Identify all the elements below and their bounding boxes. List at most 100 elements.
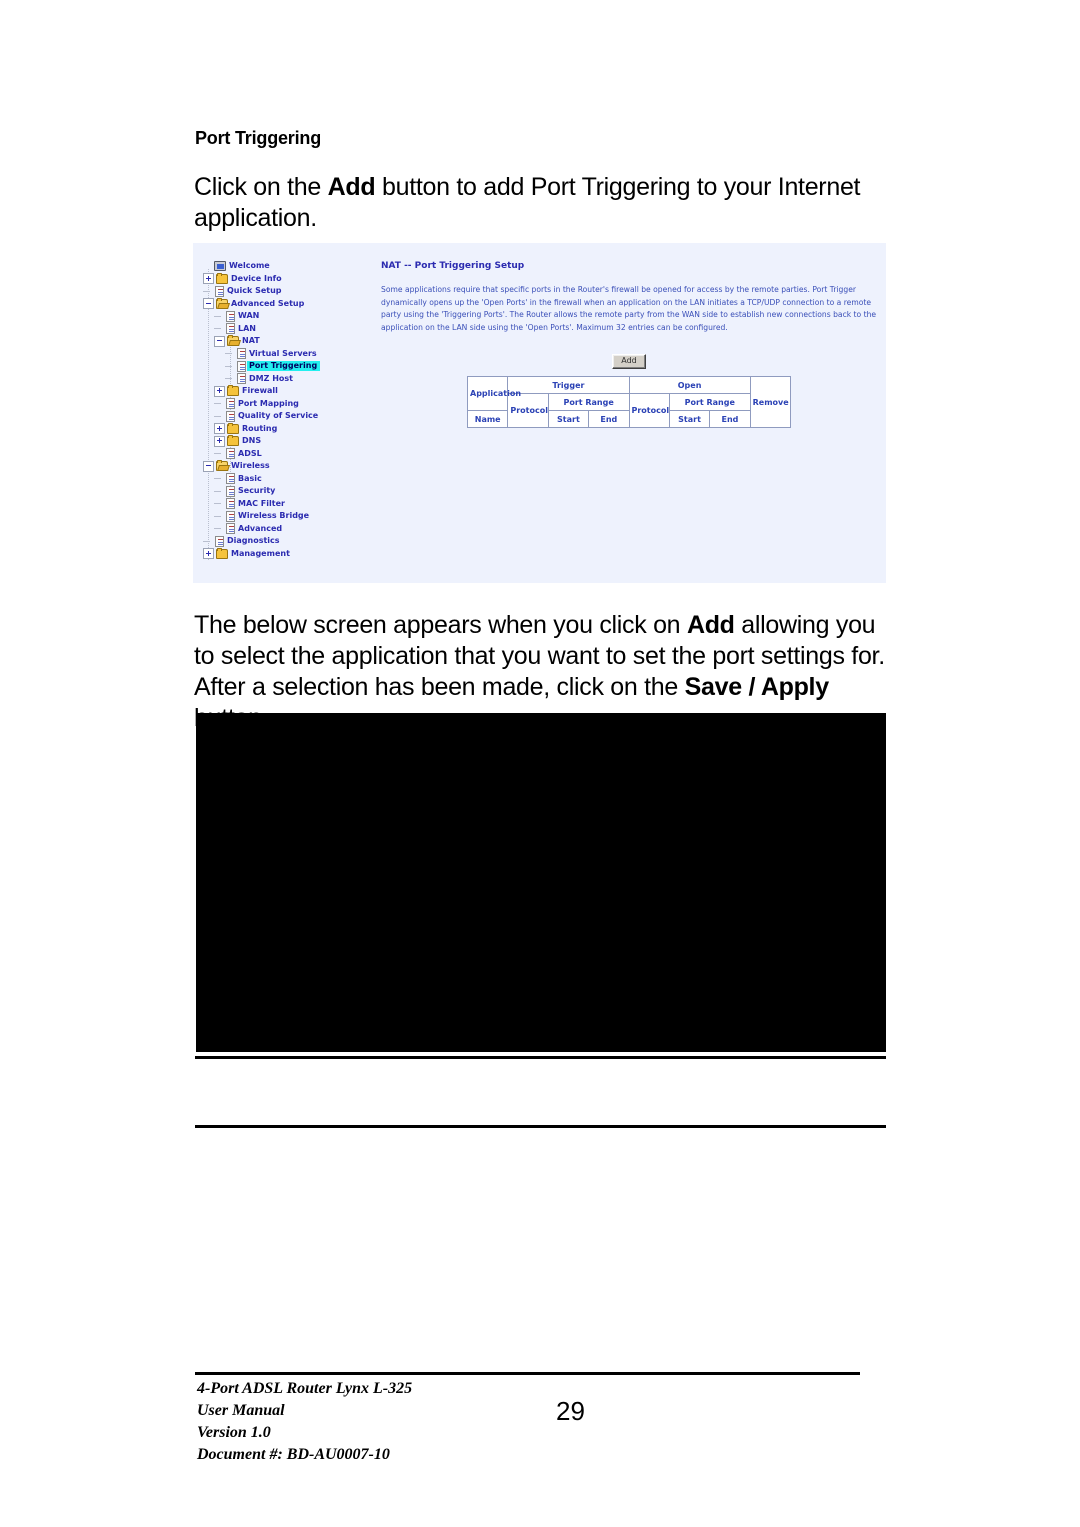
- sidebar-item-quality-of-service[interactable]: Quality of Service: [203, 410, 375, 423]
- sidebar-item-label: Security: [238, 486, 276, 496]
- header-trigger-protocol: Protocol: [507, 393, 549, 429]
- sidebar-item-wireless[interactable]: Wireless: [203, 460, 375, 473]
- folder-icon: [227, 435, 239, 447]
- header-open-end: End: [709, 410, 751, 429]
- sidebar-item-dns[interactable]: DNS: [203, 435, 375, 448]
- save-apply-keyword: Save / Apply: [684, 673, 829, 701]
- folder-open-icon: [216, 297, 228, 309]
- tree-connector-icon: [214, 412, 223, 421]
- sidebar-item-label: Quick Setup: [227, 286, 282, 296]
- expand-icon[interactable]: [214, 385, 225, 397]
- sidebar-item-label: ADSL: [238, 448, 262, 458]
- intro-paragraph: Click on the Add button to add Port Trig…: [194, 172, 894, 234]
- tree-connector-icon: [214, 312, 223, 321]
- sidebar-item-mac-filter[interactable]: MAC Filter: [203, 498, 375, 511]
- sidebar-item-dmz-host[interactable]: DMZ Host: [203, 373, 375, 386]
- sidebar-item-welcome[interactable]: Welcome: [203, 260, 375, 273]
- sidebar-item-basic[interactable]: Basic: [203, 473, 375, 486]
- tree-connector-icon: [214, 512, 223, 521]
- sidebar-item-adsl[interactable]: ADSL: [203, 448, 375, 461]
- page-icon: [215, 535, 224, 547]
- tree-connector-icon: [214, 324, 223, 333]
- expand-icon[interactable]: [203, 548, 214, 560]
- sidebar-item-label: Welcome: [229, 261, 270, 271]
- folder-icon: [227, 422, 239, 434]
- sidebar-item-management[interactable]: Management: [203, 547, 375, 561]
- monitor-icon: [214, 261, 226, 272]
- sidebar-item-port-triggering[interactable]: Port Triggering: [203, 360, 375, 373]
- page-icon: [237, 348, 246, 360]
- folder-icon: [216, 547, 228, 559]
- page-icon: [215, 285, 224, 297]
- tree-connector-icon: [214, 449, 223, 458]
- sidebar-item-lan[interactable]: LAN: [203, 323, 375, 336]
- tree-connector-icon: [214, 499, 223, 508]
- page-icon: [226, 485, 235, 497]
- sidebar-item-security[interactable]: Security: [203, 485, 375, 498]
- page-icon: [226, 410, 235, 422]
- header-application-name: Name: [466, 410, 509, 429]
- footer-document-number: Document #: BD-AU0007-10: [197, 1446, 390, 1463]
- sidebar-item-nat[interactable]: NAT: [203, 335, 375, 348]
- tree-connector-icon: [225, 374, 234, 383]
- expand-icon[interactable]: [203, 273, 214, 285]
- sidebar-item-label: Virtual Servers: [249, 348, 317, 358]
- expand-icon[interactable]: [214, 435, 225, 447]
- tree-connector-icon: [225, 362, 234, 371]
- sidebar-item-port-mapping[interactable]: Port Mapping: [203, 398, 375, 411]
- add-keyword: Add: [327, 173, 376, 201]
- table-header-row-1: Application Trigger Open Remove: [466, 376, 792, 429]
- footer-manual: User Manual: [197, 1402, 285, 1419]
- followup-text-1: The below screen appears when you click …: [194, 611, 687, 639]
- tree-connector-icon: [214, 474, 223, 483]
- header-open-port-range: Port Range: [668, 393, 751, 412]
- add-keyword-2: Add: [686, 611, 735, 639]
- tree-connector-icon: [214, 487, 223, 496]
- page-icon: [237, 373, 246, 385]
- collapse-icon[interactable]: [203, 460, 214, 472]
- page-icon: [226, 310, 235, 322]
- footer-product: 4-Port ADSL Router Lynx L-325: [197, 1380, 413, 1397]
- blank-screenshot: [196, 713, 886, 1052]
- expand-icon[interactable]: [214, 423, 225, 435]
- page-icon: [226, 398, 235, 410]
- page-icon: [226, 448, 235, 460]
- tree-connector-icon: [203, 537, 212, 546]
- port-triggering-table: Application Trigger Open Remove Protocol…: [466, 376, 792, 429]
- sidebar-item-quick-setup[interactable]: Quick Setup: [203, 285, 375, 298]
- sidebar-item-virtual-servers[interactable]: Virtual Servers: [203, 348, 375, 361]
- add-button[interactable]: Add: [612, 354, 646, 370]
- collapse-icon[interactable]: [214, 335, 225, 347]
- sidebar-item-firewall[interactable]: Firewall: [203, 385, 375, 398]
- sidebar-item-label: Routing: [242, 423, 278, 433]
- footer-version: Version 1.0: [197, 1424, 271, 1441]
- folder-icon: [227, 385, 239, 397]
- sidebar-item-diagnostics[interactable]: Diagnostics: [203, 535, 375, 548]
- sidebar-item-label: Basic: [238, 473, 262, 483]
- sidebar-item-device-info[interactable]: Device Info: [203, 272, 375, 286]
- header-trigger-port-range: Port Range: [547, 393, 630, 412]
- sidebar-item-wan[interactable]: WAN: [203, 310, 375, 323]
- sidebar-item-label: LAN: [238, 323, 256, 333]
- router-main-panel: NAT -- Port Triggering Setup Some applic…: [381, 261, 878, 429]
- sidebar-item-label: Quality of Service: [238, 411, 319, 421]
- sidebar-item-label: Wireless: [231, 461, 270, 471]
- folder-open-icon: [216, 460, 228, 472]
- tree-connector-icon: [225, 349, 234, 358]
- page-icon: [226, 510, 235, 522]
- sidebar-item-label: Port Mapping: [238, 398, 299, 408]
- sidebar-item-advanced-setup[interactable]: Advanced Setup: [203, 297, 375, 311]
- footer-rule: [195, 1372, 860, 1375]
- sidebar-item-wireless-bridge[interactable]: Wireless Bridge: [203, 510, 375, 523]
- sidebar-item-label: DNS: [242, 436, 262, 446]
- page-icon: [226, 523, 235, 535]
- sidebar-item-label: Wireless Bridge: [238, 511, 310, 521]
- router-sidebar: Welcome Device Info Quick Setup Advanced Se…: [193, 243, 375, 583]
- sidebar-item-label: Port Triggering: [247, 361, 321, 372]
- header-application: Application: [466, 376, 521, 412]
- header-open-start: Start: [668, 410, 711, 429]
- sidebar-item-routing[interactable]: Routing: [203, 422, 375, 436]
- collapse-icon[interactable]: [203, 298, 214, 310]
- sidebar-item-advanced[interactable]: Advanced: [203, 523, 375, 536]
